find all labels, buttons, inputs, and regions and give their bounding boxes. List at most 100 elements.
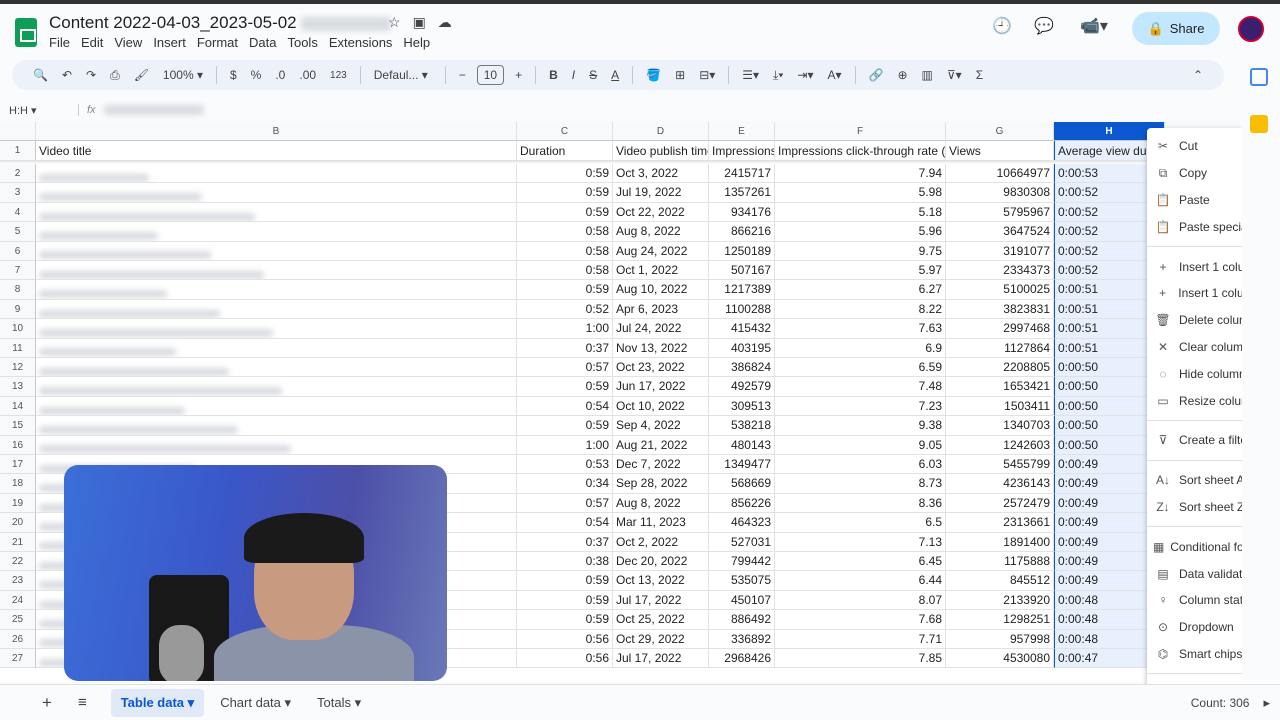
functions-icon[interactable]: Σ xyxy=(969,68,990,82)
table-cell[interactable]: 3823831 xyxy=(946,299,1054,320)
menu-help[interactable]: Help xyxy=(403,35,430,50)
table-cell[interactable]: 1349477 xyxy=(709,455,775,475)
sheets-logo-icon[interactable] xyxy=(15,18,37,47)
table-cell[interactable]: 886492 xyxy=(709,610,775,630)
undo-icon[interactable]: ↶ xyxy=(55,68,79,82)
row-number[interactable]: 20 xyxy=(0,513,36,533)
table-cell[interactable]: 507167 xyxy=(709,261,775,281)
table-cell[interactable]: Oct 3, 2022 xyxy=(613,164,709,184)
header-cell[interactable]: Video title xyxy=(36,141,517,161)
table-cell[interactable]: 5100025 xyxy=(946,280,1054,300)
table-cell[interactable]: Oct 10, 2022 xyxy=(613,396,709,417)
row-number[interactable]: 23 xyxy=(0,571,36,591)
table-cell[interactable]: 856226 xyxy=(709,493,775,514)
doc-title[interactable]: Content 2022-04-03_2023-05-02 xyxy=(49,13,392,33)
table-cell[interactable]: 10664977 xyxy=(946,164,1054,184)
more-formats-button[interactable]: 123 xyxy=(323,70,354,81)
video-title-cell[interactable] xyxy=(36,416,517,436)
header-cell[interactable]: Duration xyxy=(517,141,613,161)
table-cell[interactable]: Oct 1, 2022 xyxy=(613,261,709,281)
table-cell[interactable]: Dec 20, 2022 xyxy=(613,552,709,572)
table-cell[interactable]: 8.73 xyxy=(775,474,946,494)
table-cell[interactable]: 9.75 xyxy=(775,241,946,261)
font-size-input[interactable]: 10 xyxy=(476,65,505,85)
table-cell[interactable]: 2415717 xyxy=(709,164,775,184)
column-header-C[interactable]: C xyxy=(517,122,613,141)
table-cell[interactable]: 403195 xyxy=(709,338,775,358)
table-cell[interactable]: 450107 xyxy=(709,590,775,611)
row-number[interactable]: 7 xyxy=(0,261,36,281)
table-cell[interactable]: Jun 17, 2022 xyxy=(613,377,709,397)
menu-insert[interactable]: Insert xyxy=(153,35,186,50)
table-cell[interactable]: 6.45 xyxy=(775,552,946,572)
print-icon[interactable]: ⎙ xyxy=(103,68,127,83)
table-cell[interactable]: 0:59 xyxy=(517,571,613,591)
table-cell[interactable]: 0:38 xyxy=(517,552,613,572)
table-cell[interactable]: 7.13 xyxy=(775,532,946,552)
table-cell[interactable]: 0:59 xyxy=(517,416,613,436)
table-cell[interactable]: 0:59 xyxy=(517,590,613,611)
table-cell[interactable]: 7.63 xyxy=(775,319,946,339)
table-cell[interactable]: 8.36 xyxy=(775,493,946,514)
header-cell[interactable]: Impressions xyxy=(709,141,775,161)
increase-decimal-button[interactable]: .00 xyxy=(292,68,323,82)
table-cell[interactable]: 2133920 xyxy=(946,590,1054,611)
status-count[interactable]: Count: 306 xyxy=(1191,696,1250,710)
table-cell[interactable]: 0:57 xyxy=(517,493,613,514)
row-number[interactable]: 9 xyxy=(0,299,36,320)
table-cell[interactable]: Jul 24, 2022 xyxy=(613,319,709,339)
table-cell[interactable]: 0:59 xyxy=(517,164,613,184)
comments-icon[interactable]: 💬 xyxy=(1034,16,1054,36)
table-cell[interactable]: 0:56 xyxy=(517,649,613,669)
table-cell[interactable]: Jul 17, 2022 xyxy=(613,649,709,669)
table-cell[interactable]: 527031 xyxy=(709,532,775,552)
table-cell[interactable]: 480143 xyxy=(709,435,775,455)
row-number[interactable]: 3 xyxy=(0,183,36,203)
table-cell[interactable]: 7.68 xyxy=(775,610,946,630)
insert-link-icon[interactable]: 🔗 xyxy=(862,68,891,82)
row-number[interactable]: 2 xyxy=(0,164,36,184)
sheet-tab-chart-data[interactable]: Chart data ▾ xyxy=(210,689,301,717)
table-cell[interactable]: 5.18 xyxy=(775,202,946,223)
bold-button[interactable]: B xyxy=(542,68,565,82)
insert-chart-icon[interactable]: ▥ xyxy=(915,68,940,82)
keep-icon[interactable] xyxy=(1250,115,1268,133)
all-sheets-button[interactable]: ≡ xyxy=(68,694,111,711)
explore-icon[interactable]: ▸ xyxy=(1263,695,1270,711)
fill-color-icon[interactable]: 🪣 xyxy=(639,68,668,82)
table-cell[interactable]: 415432 xyxy=(709,319,775,339)
row-number[interactable]: 22 xyxy=(0,552,36,572)
table-cell[interactable]: 6.44 xyxy=(775,571,946,591)
row-number[interactable]: 25 xyxy=(0,610,36,630)
table-cell[interactable]: Dec 7, 2022 xyxy=(613,455,709,475)
table-cell[interactable]: 2313661 xyxy=(946,513,1054,533)
table-cell[interactable]: Oct 13, 2022 xyxy=(613,571,709,591)
cloud-status-icon[interactable]: ☁ xyxy=(438,14,452,31)
font-size-increase[interactable]: + xyxy=(508,68,529,82)
table-cell[interactable]: 0:57 xyxy=(517,358,613,378)
row-number[interactable]: 15 xyxy=(0,416,36,436)
video-title-cell[interactable] xyxy=(36,183,517,203)
table-cell[interactable]: Oct 2, 2022 xyxy=(613,532,709,552)
table-cell[interactable]: 0:37 xyxy=(517,532,613,552)
table-cell[interactable]: 1:00 xyxy=(517,435,613,455)
table-cell[interactable]: Aug 8, 2022 xyxy=(613,222,709,242)
zoom-select[interactable]: 100% ▾ xyxy=(156,68,210,82)
table-cell[interactable]: 0:54 xyxy=(517,513,613,533)
borders-icon[interactable]: ⊞ xyxy=(668,68,692,82)
row-number[interactable]: 24 xyxy=(0,590,36,611)
table-cell[interactable]: 6.59 xyxy=(775,358,946,378)
table-cell[interactable]: 309513 xyxy=(709,396,775,417)
header-cell[interactable]: Video publish time xyxy=(613,141,709,161)
table-cell[interactable]: 0:37 xyxy=(517,338,613,358)
sheet-tab-table-data[interactable]: Table data ▾ xyxy=(110,688,205,717)
search-menus-icon[interactable]: 🔍 xyxy=(26,68,55,82)
table-cell[interactable]: Mar 11, 2023 xyxy=(613,513,709,533)
table-cell[interactable]: 7.71 xyxy=(775,629,946,649)
table-cell[interactable]: 1250189 xyxy=(709,241,775,261)
merge-cells-icon[interactable]: ⊟▾ xyxy=(692,68,722,82)
table-cell[interactable]: 0:53 xyxy=(517,455,613,475)
table-cell[interactable]: 386824 xyxy=(709,358,775,378)
text-rotation-icon[interactable]: A▾ xyxy=(820,68,848,82)
menu-view[interactable]: View xyxy=(114,35,142,50)
